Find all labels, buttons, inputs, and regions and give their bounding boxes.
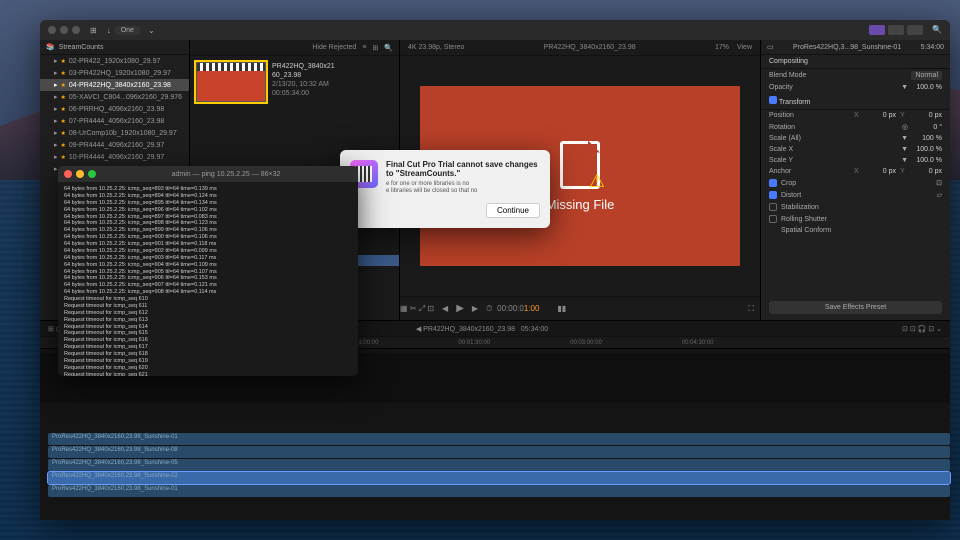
- terminal-output[interactable]: 64 bytes from 10.25.2.25: icmp_seq=893 t…: [58, 182, 358, 376]
- opacity-row[interactable]: Opacity▼ 100.0 %: [761, 82, 950, 93]
- event-item[interactable]: ▸★09-PR4444_4096x2160_29.97: [40, 139, 189, 151]
- error-dialog: Final Cut Pro Trial cannot save changes …: [340, 150, 550, 228]
- event-item[interactable]: ▸★05-XAVCI_C804...096x2160_29.976: [40, 91, 189, 103]
- distort-row[interactable]: Distort▱: [761, 189, 950, 201]
- workspace-3[interactable]: [907, 25, 923, 35]
- compositing-section: Compositing: [761, 55, 950, 69]
- event-item[interactable]: ▸★03-PR422HQ_1920x1080_29.97: [40, 67, 189, 79]
- one-button[interactable]: One: [115, 26, 140, 35]
- audio-meters: ▮▮: [557, 304, 566, 313]
- viewer-clip-name: PR422HQ_3840x2160_23.98: [472, 44, 707, 51]
- dialog-body: e for one or more libraries is no e libr…: [386, 181, 540, 195]
- scale-x-row[interactable]: Scale X▼ 100.0 %: [761, 144, 950, 155]
- clip-thumbnail[interactable]: [196, 62, 266, 102]
- clip-metadata: PR422HQ_3840x21 60_23.98 2/13/20, 10:32 …: [272, 62, 335, 182]
- fullscreen-icon[interactable]: ⛶: [748, 304, 754, 314]
- event-item[interactable]: ▸★08-UrComp10b_1920x1080_29.97: [40, 127, 189, 139]
- event-item[interactable]: ▸★02-PR422_1920x1080_29.97: [40, 55, 189, 67]
- transform-section[interactable]: Transform: [761, 93, 950, 110]
- event-item[interactable]: ▸★04-PR422HQ_3840x2160_23.98: [40, 79, 189, 91]
- filter-icon[interactable]: ≡: [362, 44, 366, 51]
- position-row[interactable]: Position X0 px Y0 px: [761, 110, 950, 121]
- inspector-panel: ▭ ProRes422HQ,3...98_Sunshine-01 5:34:00…: [760, 40, 950, 320]
- library-header[interactable]: 📚StreamCounts: [40, 40, 189, 55]
- search-icon[interactable]: 🔍: [384, 44, 393, 52]
- terminal-title: admin — ping 10.25.2.25 — 86×32: [100, 171, 352, 178]
- event-item[interactable]: ▸★10-PR4444_4096x2160_29.97: [40, 151, 189, 163]
- next-button[interactable]: ▶: [472, 304, 478, 313]
- crop-row[interactable]: Crop⊡: [761, 177, 950, 189]
- timeline-name: PR422HQ_3840x2160_23.98: [423, 326, 515, 333]
- continue-button[interactable]: Continue: [486, 203, 540, 218]
- workspace-2[interactable]: [888, 25, 904, 35]
- anchor-row[interactable]: Anchor X0 px Y0 px: [761, 166, 950, 177]
- prev-button[interactable]: ◀: [442, 304, 448, 313]
- viewer-controls: ▦ ✂ ⤢ ⊡ ◀ ▶ ▶ ⏱ 00:00:01:00 ▮▮ ⛶: [400, 296, 760, 320]
- scale-y-row[interactable]: Scale Y▼ 100.0 %: [761, 155, 950, 166]
- missing-file-text: Missing File: [546, 197, 615, 212]
- play-button[interactable]: ▶: [456, 303, 464, 314]
- spatial-conform-row[interactable]: Spatial Conform: [761, 225, 950, 236]
- blend-mode-row[interactable]: Blend Mode Normal: [761, 69, 950, 82]
- viewer-toolbar: 4K 23.98p, Stereo PR422HQ_3840x2160_23.9…: [400, 40, 760, 56]
- timecode: ⏱ 00:00:01:00: [486, 304, 539, 314]
- grid-icon[interactable]: ⊞: [372, 44, 378, 52]
- event-item[interactable]: ▸★07-PR4444_4056x2160_23.98: [40, 115, 189, 127]
- timeline-clip[interactable]: ProRes422HQ_3840x2160,23.98_Sunshine-02: [48, 472, 950, 484]
- zoom-level[interactable]: 17%: [715, 44, 729, 51]
- scale-all-row[interactable]: Scale (All)▼ 100 %: [761, 133, 950, 144]
- timeline-clip[interactable]: ProRes422HQ_3840x2160,23.98_Sunshine-01: [48, 433, 950, 445]
- tool-icons[interactable]: ▦ ✂ ⤢ ⊡: [400, 304, 434, 314]
- inspector-header: ▭ ProRes422HQ,3...98_Sunshine-01 5:34:00: [761, 40, 950, 55]
- timeline-tools[interactable]: ⊡ ⊡ 🎧 ⊡ ⌄: [902, 325, 942, 333]
- hide-rejected[interactable]: Hide Rejected: [312, 44, 356, 51]
- fcp-titlebar[interactable]: ⊞ ↓ One ⌄ 🔍: [40, 20, 950, 40]
- timeline-clip[interactable]: ProRes422HQ_3840x2160,23.98_Sunshine-01: [48, 485, 950, 497]
- window-controls[interactable]: [48, 26, 80, 34]
- clip-toolbar: Hide Rejected ≡ ⊞ 🔍: [190, 40, 399, 56]
- format-label: 4K 23.98p, Stereo: [408, 44, 464, 51]
- event-item[interactable]: ▸★06-PRRHQ_4096x2160_23.98: [40, 103, 189, 115]
- terminal-titlebar[interactable]: admin — ping 10.25.2.25 — 86×32: [58, 166, 358, 182]
- timeline-clip[interactable]: ProRes422HQ_3840x2160,23.98_Sunshine-08: [48, 446, 950, 458]
- stabilization-row[interactable]: Stabilization: [761, 201, 950, 213]
- rotation-row[interactable]: Rotation◎ 0 °: [761, 121, 950, 133]
- view-menu[interactable]: View: [737, 44, 752, 51]
- terminal-window-controls[interactable]: [64, 170, 96, 178]
- missing-file-icon: [560, 141, 600, 189]
- workspace-1[interactable]: [869, 25, 885, 35]
- dialog-title: Final Cut Pro Trial cannot save changes …: [386, 160, 540, 178]
- save-effects-preset-button[interactable]: Save Effects Preset: [769, 301, 942, 314]
- rolling-shutter-row[interactable]: Rolling Shutter: [761, 213, 950, 225]
- terminal-window: admin — ping 10.25.2.25 — 86×32 64 bytes…: [58, 166, 358, 376]
- timeline-clip[interactable]: ProRes422HQ_3840x2160,23.98_Sunshine-05: [48, 459, 950, 471]
